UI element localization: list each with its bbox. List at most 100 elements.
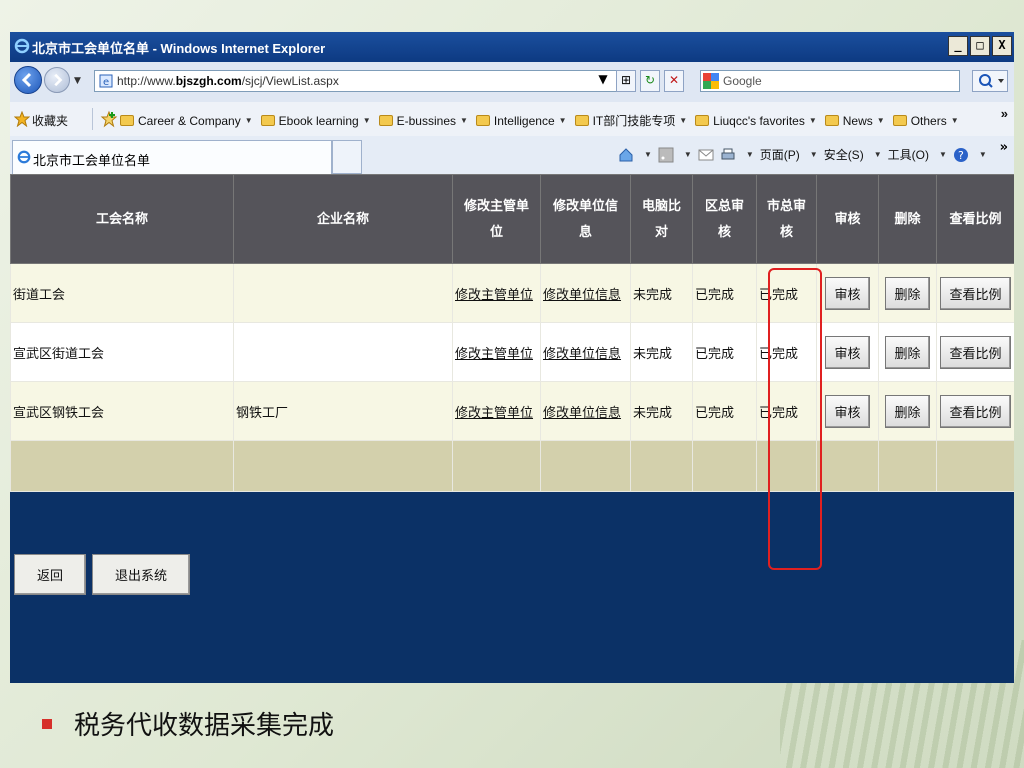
- district-review-status: 已完成: [692, 381, 757, 441]
- company-name-cell: 钢铁工厂: [233, 381, 453, 441]
- favorites-label[interactable]: 收藏夹: [32, 112, 68, 129]
- review-button[interactable]: 审核: [825, 276, 870, 310]
- page-menu[interactable]: 页面(P): [760, 146, 800, 163]
- district-review-status: 已完成: [692, 322, 757, 382]
- favorite-folder-label: Liuqcc's favorites: [713, 113, 805, 128]
- company-name-cell: [233, 263, 453, 323]
- union-name-cell: 宣武区街道工会: [10, 322, 234, 382]
- union-table: 工会名称 企业名称 修改主管单位 修改单位信息 电脑比对 区总审核 市总审核 审…: [10, 174, 1014, 492]
- favorite-folder[interactable]: Ebook learning ▼: [260, 112, 371, 129]
- search-placeholder: Google: [723, 74, 762, 88]
- header-district-review: 区总审核: [692, 174, 757, 264]
- chevron-down-icon[interactable]: ▼: [979, 150, 987, 159]
- forward-button[interactable]: [44, 67, 70, 93]
- delete-button[interactable]: 删除: [885, 276, 930, 310]
- svg-text:?: ?: [958, 149, 964, 162]
- chevron-down-icon[interactable]: ▼: [684, 150, 692, 159]
- view-ratio-button[interactable]: 查看比例: [940, 394, 1011, 428]
- city-review-status: 已完成: [756, 381, 817, 441]
- favorite-folder[interactable]: IT部门技能专项 ▼: [574, 112, 688, 129]
- delete-button[interactable]: 删除: [885, 394, 930, 428]
- tab-title: 北京市工会单位名单: [33, 153, 151, 168]
- address-bar: ▼ e http://www.bjszgh.com/sjcj/ViewList.…: [10, 62, 1014, 103]
- help-icon[interactable]: ?: [953, 147, 969, 163]
- edit-dept-link[interactable]: 修改主管单位: [455, 346, 533, 361]
- folder-icon: [574, 115, 589, 126]
- chevron-down-icon: ▼: [558, 116, 567, 125]
- new-tab-button[interactable]: [332, 140, 362, 174]
- tab-active[interactable]: 北京市工会单位名单: [12, 140, 332, 174]
- close-button[interactable]: X: [992, 36, 1012, 56]
- favorite-folder[interactable]: E-bussines ▼: [378, 112, 468, 129]
- edit-dept-link[interactable]: 修改主管单位: [455, 405, 533, 420]
- stop-icon[interactable]: ✕: [664, 70, 684, 92]
- chevron-down-icon: ▼: [809, 150, 818, 159]
- ie-logo-icon: [14, 38, 30, 54]
- edit-dept-link[interactable]: 修改主管单位: [455, 287, 533, 302]
- edit-info-link[interactable]: 修改单位信息: [543, 405, 621, 420]
- favorites-overflow-button[interactable]: »: [1001, 106, 1008, 121]
- minimize-button[interactable]: _: [948, 36, 968, 56]
- folder-icon: [260, 115, 275, 126]
- url-dropdown-icon[interactable]: ▼: [594, 70, 612, 92]
- maximize-button[interactable]: □: [970, 36, 990, 56]
- add-favorite-icon[interactable]: [100, 110, 118, 128]
- review-button[interactable]: 审核: [825, 335, 870, 369]
- url-field[interactable]: e http://www.bjszgh.com/sjcj/ViewList.as…: [94, 70, 624, 92]
- edit-info-link[interactable]: 修改单位信息: [543, 346, 621, 361]
- search-button[interactable]: [972, 70, 1008, 92]
- chevron-down-icon[interactable]: ▼: [746, 150, 754, 159]
- back-return-button[interactable]: 返回: [14, 554, 87, 595]
- edit-info-link[interactable]: 修改单位信息: [543, 287, 621, 302]
- view-ratio-button[interactable]: 查看比例: [940, 335, 1011, 369]
- favorite-folder-label: Others: [910, 113, 947, 128]
- header-edit-info: 修改单位信息: [540, 174, 631, 264]
- home-icon[interactable]: [618, 147, 634, 163]
- favorites-star-icon[interactable]: [14, 111, 30, 127]
- header-view-ratio: 查看比例: [936, 174, 1014, 264]
- mail-icon[interactable]: [698, 147, 714, 163]
- arrow-right-icon: [54, 73, 63, 87]
- rss-feed-icon[interactable]: [658, 147, 674, 163]
- print-icon[interactable]: [720, 147, 736, 163]
- chevron-down-icon: ▼: [950, 116, 959, 125]
- favorite-folder[interactable]: Others ▼: [892, 112, 959, 129]
- magnifier-icon: [979, 74, 1004, 88]
- favorite-folder[interactable]: News ▼: [824, 112, 885, 129]
- table-footer-row: [10, 440, 1014, 492]
- browser-window: 北京市工会单位名单 - Windows Internet Explorer _ …: [10, 32, 1014, 683]
- favorite-folder-label: News: [842, 113, 873, 128]
- header-city-review: 市总审核: [756, 174, 817, 264]
- refresh-icon[interactable]: ↻: [640, 70, 660, 92]
- chevron-down-icon: ▼: [460, 116, 468, 125]
- chevron-down-icon[interactable]: ▼: [644, 150, 652, 159]
- folder-icon: [120, 115, 134, 126]
- slide-bullet: 税务代收数据采集完成: [42, 705, 334, 742]
- url-path: /sjcj/ViewList.aspx: [241, 74, 339, 88]
- table-row: 街道工会 修改主管单位 修改单位信息 未完成 已完成 已完成 审核 删除 查看比…: [10, 263, 1014, 323]
- command-overflow-button[interactable]: »: [1000, 140, 1008, 155]
- review-button[interactable]: 审核: [825, 394, 870, 428]
- favorite-folder[interactable]: Career & Company ▼: [120, 112, 253, 129]
- compat-view-icon[interactable]: ⊞: [616, 70, 636, 92]
- union-name-cell: 宣武区钢铁工会: [10, 381, 234, 441]
- history-dropdown-icon[interactable]: ▼: [74, 76, 81, 86]
- table-row: 宣武区街道工会 修改主管单位 修改单位信息 未完成 已完成 已完成 审核 删除 …: [10, 322, 1014, 382]
- favorite-folder[interactable]: Liuqcc's favorites ▼: [695, 112, 817, 129]
- table-row: 宣武区钢铁工会 钢铁工厂 修改主管单位 修改单位信息 未完成 已完成 已完成 审…: [10, 381, 1014, 441]
- safety-menu[interactable]: 安全(S): [824, 146, 864, 163]
- exit-system-button[interactable]: 退出系统: [92, 554, 191, 595]
- folder-icon: [824, 115, 839, 126]
- page-content: 工会名称 企业名称 修改主管单位 修改单位信息 电脑比对 区总审核 市总审核 审…: [10, 174, 1014, 492]
- header-edit-dept: 修改主管单位: [452, 174, 541, 264]
- favorite-folder[interactable]: Intelligence ▼: [475, 112, 567, 129]
- district-review-status: 已完成: [692, 263, 757, 323]
- chevron-down-icon: ▼: [679, 116, 688, 125]
- tools-menu[interactable]: 工具(O): [888, 146, 929, 163]
- delete-button[interactable]: 删除: [885, 335, 930, 369]
- view-ratio-button[interactable]: 查看比例: [940, 276, 1011, 310]
- favorite-folder-label: E-bussines: [396, 113, 456, 128]
- url-domain: bjszgh.com: [175, 74, 242, 88]
- back-button[interactable]: [14, 66, 42, 94]
- search-input[interactable]: Google: [700, 70, 960, 92]
